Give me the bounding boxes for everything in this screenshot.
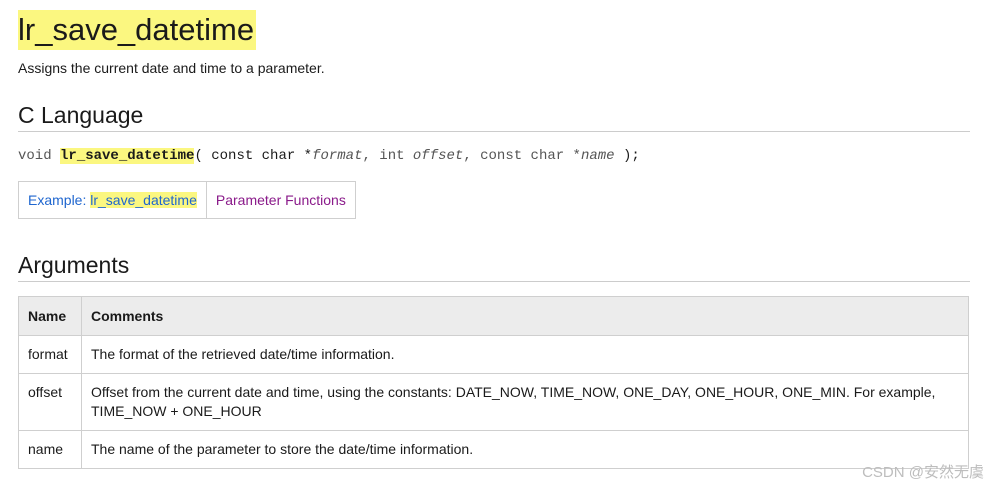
parameter-functions-link[interactable]: Parameter Functions <box>205 182 355 218</box>
syntax-function-name: lr_save_datetime <box>60 148 195 164</box>
table-row: name The name of the parameter to store … <box>18 430 969 469</box>
column-header-comments: Comments <box>81 296 969 336</box>
watermark: CSDN @安然无虞 <box>862 464 984 481</box>
doc-page: lr_save_datetime Assigns the current dat… <box>18 0 970 469</box>
syntax-sep-2: , const char * <box>463 148 581 164</box>
arguments-table: Name Comments format The format of the r… <box>18 296 969 469</box>
column-header-name: Name <box>18 296 82 336</box>
syntax-return-type: void <box>18 148 61 164</box>
arg-comment-cell: Offset from the current date and time, u… <box>81 373 969 431</box>
page-subtitle: Assigns the current date and time to a p… <box>18 60 325 76</box>
table-row: format The format of the retrieved date/… <box>18 335 969 374</box>
table-row: offset Offset from the current date and … <box>18 373 969 431</box>
arg-comment-cell: The name of the parameter to store the d… <box>81 430 969 469</box>
arg-comment-cell: The format of the retrieved date/time in… <box>81 335 969 374</box>
page-title: lr_save_datetime <box>18 10 257 50</box>
arg-name-cell: format <box>18 335 82 374</box>
example-link-name: lr_save_datetime <box>90 192 197 208</box>
arg-name-cell: offset <box>18 373 82 431</box>
syntax-arg-format: format <box>312 148 363 164</box>
syntax-sep-1: , int <box>362 148 413 164</box>
function-syntax: void lr_save_datetime( const char *forma… <box>18 148 970 164</box>
syntax-close: ); <box>614 148 640 164</box>
example-link[interactable]: Example: lr_save_datetime <box>19 182 206 218</box>
arguments-heading: Arguments <box>18 252 970 282</box>
syntax-arg-name: name <box>580 148 615 164</box>
table-header-row: Name Comments <box>18 296 969 336</box>
related-links: Example: lr_save_datetime Parameter Func… <box>18 181 356 219</box>
arg-name-cell: name <box>18 430 82 469</box>
example-link-prefix: Example: <box>28 192 91 208</box>
c-language-heading: C Language <box>18 102 970 132</box>
syntax-open: ( const char * <box>194 148 313 164</box>
syntax-arg-offset: offset <box>412 148 464 164</box>
